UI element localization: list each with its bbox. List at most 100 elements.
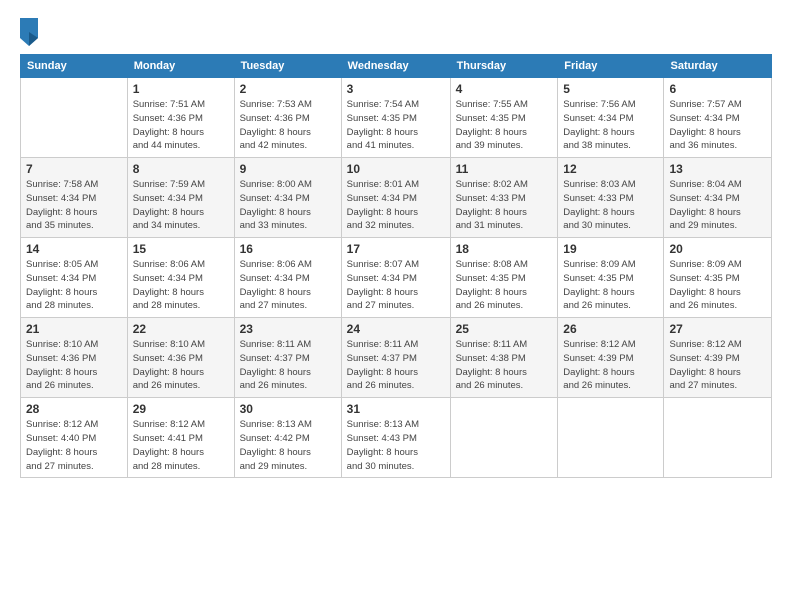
calendar-cell bbox=[558, 398, 664, 478]
calendar-cell: 15 Sunrise: 8:06 AM Sunset: 4:34 PM Dayli… bbox=[127, 238, 234, 318]
day-number: 20 bbox=[669, 242, 766, 256]
day-info: Sunrise: 7:55 AM Sunset: 4:35 PM Dayligh… bbox=[456, 98, 553, 153]
day-number: 2 bbox=[240, 82, 336, 96]
calendar-cell: 28 Sunrise: 8:12 AM Sunset: 4:40 PM Dayli… bbox=[21, 398, 128, 478]
day-info: Sunrise: 8:12 AM Sunset: 4:39 PM Dayligh… bbox=[563, 338, 658, 393]
day-number: 30 bbox=[240, 402, 336, 416]
day-number: 19 bbox=[563, 242, 658, 256]
calendar-cell: 25 Sunrise: 8:11 AM Sunset: 4:38 PM Dayli… bbox=[450, 318, 558, 398]
day-info: Sunrise: 7:56 AM Sunset: 4:34 PM Dayligh… bbox=[563, 98, 658, 153]
calendar-table: SundayMondayTuesdayWednesdayThursdayFrid… bbox=[20, 54, 772, 478]
page: SundayMondayTuesdayWednesdayThursdayFrid… bbox=[0, 0, 792, 612]
calendar-cell bbox=[450, 398, 558, 478]
calendar-cell: 8 Sunrise: 7:59 AM Sunset: 4:34 PM Daylig… bbox=[127, 158, 234, 238]
calendar-week-row: 28 Sunrise: 8:12 AM Sunset: 4:40 PM Dayli… bbox=[21, 398, 772, 478]
day-info: Sunrise: 8:04 AM Sunset: 4:34 PM Dayligh… bbox=[669, 178, 766, 233]
calendar-cell: 16 Sunrise: 8:06 AM Sunset: 4:34 PM Dayli… bbox=[234, 238, 341, 318]
calendar-cell: 26 Sunrise: 8:12 AM Sunset: 4:39 PM Dayli… bbox=[558, 318, 664, 398]
day-number: 31 bbox=[347, 402, 445, 416]
day-info: Sunrise: 8:01 AM Sunset: 4:34 PM Dayligh… bbox=[347, 178, 445, 233]
day-of-week-header: Friday bbox=[558, 55, 664, 78]
day-number: 25 bbox=[456, 322, 553, 336]
day-number: 12 bbox=[563, 162, 658, 176]
day-number: 4 bbox=[456, 82, 553, 96]
logo bbox=[20, 18, 40, 46]
day-info: Sunrise: 8:09 AM Sunset: 4:35 PM Dayligh… bbox=[669, 258, 766, 313]
calendar-cell: 10 Sunrise: 8:01 AM Sunset: 4:34 PM Dayli… bbox=[341, 158, 450, 238]
day-number: 23 bbox=[240, 322, 336, 336]
calendar-cell: 1 Sunrise: 7:51 AM Sunset: 4:36 PM Daylig… bbox=[127, 78, 234, 158]
day-number: 10 bbox=[347, 162, 445, 176]
calendar-cell: 13 Sunrise: 8:04 AM Sunset: 4:34 PM Dayli… bbox=[664, 158, 772, 238]
calendar-week-row: 1 Sunrise: 7:51 AM Sunset: 4:36 PM Daylig… bbox=[21, 78, 772, 158]
day-info: Sunrise: 7:58 AM Sunset: 4:34 PM Dayligh… bbox=[26, 178, 122, 233]
logo-icon bbox=[20, 18, 38, 46]
day-number: 15 bbox=[133, 242, 229, 256]
day-info: Sunrise: 8:11 AM Sunset: 4:38 PM Dayligh… bbox=[456, 338, 553, 393]
calendar-cell: 20 Sunrise: 8:09 AM Sunset: 4:35 PM Dayli… bbox=[664, 238, 772, 318]
day-number: 26 bbox=[563, 322, 658, 336]
day-number: 8 bbox=[133, 162, 229, 176]
day-info: Sunrise: 8:09 AM Sunset: 4:35 PM Dayligh… bbox=[563, 258, 658, 313]
day-info: Sunrise: 8:06 AM Sunset: 4:34 PM Dayligh… bbox=[133, 258, 229, 313]
day-info: Sunrise: 8:11 AM Sunset: 4:37 PM Dayligh… bbox=[240, 338, 336, 393]
day-info: Sunrise: 8:12 AM Sunset: 4:40 PM Dayligh… bbox=[26, 418, 122, 473]
day-info: Sunrise: 7:53 AM Sunset: 4:36 PM Dayligh… bbox=[240, 98, 336, 153]
calendar-cell: 21Sunrise: 8:10 AM Sunset: 4:36 PM Dayli… bbox=[21, 318, 128, 398]
day-number: 13 bbox=[669, 162, 766, 176]
calendar-cell: 24 Sunrise: 8:11 AM Sunset: 4:37 PM Dayli… bbox=[341, 318, 450, 398]
header-row-days: SundayMondayTuesdayWednesdayThursdayFrid… bbox=[21, 55, 772, 78]
day-info: Sunrise: 8:00 AM Sunset: 4:34 PM Dayligh… bbox=[240, 178, 336, 233]
day-of-week-header: Sunday bbox=[21, 55, 128, 78]
day-info: Sunrise: 7:51 AM Sunset: 4:36 PM Dayligh… bbox=[133, 98, 229, 153]
calendar-week-row: 14 Sunrise: 8:05 AM Sunset: 4:34 PM Dayli… bbox=[21, 238, 772, 318]
day-number: 16 bbox=[240, 242, 336, 256]
day-info: Sunrise: 7:57 AM Sunset: 4:34 PM Dayligh… bbox=[669, 98, 766, 153]
calendar-cell: 12 Sunrise: 8:03 AM Sunset: 4:33 PM Dayli… bbox=[558, 158, 664, 238]
day-number: 24 bbox=[347, 322, 445, 336]
calendar-week-row: 7 Sunrise: 7:58 AM Sunset: 4:34 PM Daylig… bbox=[21, 158, 772, 238]
day-number: 14 bbox=[26, 242, 122, 256]
day-info: Sunrise: 8:03 AM Sunset: 4:33 PM Dayligh… bbox=[563, 178, 658, 233]
day-number: 27 bbox=[669, 322, 766, 336]
day-info: Sunrise: 8:05 AM Sunset: 4:34 PM Dayligh… bbox=[26, 258, 122, 313]
calendar-cell: 11 Sunrise: 8:02 AM Sunset: 4:33 PM Dayli… bbox=[450, 158, 558, 238]
calendar-cell: 27Sunrise: 8:12 AM Sunset: 4:39 PM Dayli… bbox=[664, 318, 772, 398]
calendar-cell: 19 Sunrise: 8:09 AM Sunset: 4:35 PM Dayli… bbox=[558, 238, 664, 318]
day-of-week-header: Monday bbox=[127, 55, 234, 78]
day-number: 18 bbox=[456, 242, 553, 256]
day-number: 7 bbox=[26, 162, 122, 176]
day-info: Sunrise: 8:08 AM Sunset: 4:35 PM Dayligh… bbox=[456, 258, 553, 313]
calendar-cell: 30 Sunrise: 8:13 AM Sunset: 4:42 PM Dayli… bbox=[234, 398, 341, 478]
calendar-cell: 6Sunrise: 7:57 AM Sunset: 4:34 PM Daylig… bbox=[664, 78, 772, 158]
day-number: 9 bbox=[240, 162, 336, 176]
header-row bbox=[20, 18, 772, 46]
calendar-cell: 29Sunrise: 8:12 AM Sunset: 4:41 PM Dayli… bbox=[127, 398, 234, 478]
day-info: Sunrise: 8:13 AM Sunset: 4:43 PM Dayligh… bbox=[347, 418, 445, 473]
calendar-week-row: 21Sunrise: 8:10 AM Sunset: 4:36 PM Dayli… bbox=[21, 318, 772, 398]
day-number: 1 bbox=[133, 82, 229, 96]
day-info: Sunrise: 8:06 AM Sunset: 4:34 PM Dayligh… bbox=[240, 258, 336, 313]
day-info: Sunrise: 8:10 AM Sunset: 4:36 PM Dayligh… bbox=[26, 338, 122, 393]
day-number: 11 bbox=[456, 162, 553, 176]
calendar-cell: 31 Sunrise: 8:13 AM Sunset: 4:43 PM Dayli… bbox=[341, 398, 450, 478]
day-number: 3 bbox=[347, 82, 445, 96]
calendar-cell: 23 Sunrise: 8:11 AM Sunset: 4:37 PM Dayli… bbox=[234, 318, 341, 398]
calendar-cell bbox=[664, 398, 772, 478]
day-of-week-header: Saturday bbox=[664, 55, 772, 78]
calendar-cell: 14 Sunrise: 8:05 AM Sunset: 4:34 PM Dayli… bbox=[21, 238, 128, 318]
day-of-week-header: Tuesday bbox=[234, 55, 341, 78]
day-info: Sunrise: 7:59 AM Sunset: 4:34 PM Dayligh… bbox=[133, 178, 229, 233]
calendar-cell: 17Sunrise: 8:07 AM Sunset: 4:34 PM Dayli… bbox=[341, 238, 450, 318]
calendar-cell: 22Sunrise: 8:10 AM Sunset: 4:36 PM Dayli… bbox=[127, 318, 234, 398]
day-number: 28 bbox=[26, 402, 122, 416]
day-info: Sunrise: 7:54 AM Sunset: 4:35 PM Dayligh… bbox=[347, 98, 445, 153]
day-info: Sunrise: 8:02 AM Sunset: 4:33 PM Dayligh… bbox=[456, 178, 553, 233]
calendar-cell: 3 Sunrise: 7:54 AM Sunset: 4:35 PM Daylig… bbox=[341, 78, 450, 158]
day-of-week-header: Thursday bbox=[450, 55, 558, 78]
calendar-cell: 9 Sunrise: 8:00 AM Sunset: 4:34 PM Daylig… bbox=[234, 158, 341, 238]
day-info: Sunrise: 8:12 AM Sunset: 4:41 PM Dayligh… bbox=[133, 418, 229, 473]
calendar-cell: 5Sunrise: 7:56 AM Sunset: 4:34 PM Daylig… bbox=[558, 78, 664, 158]
day-info: Sunrise: 8:13 AM Sunset: 4:42 PM Dayligh… bbox=[240, 418, 336, 473]
day-info: Sunrise: 8:11 AM Sunset: 4:37 PM Dayligh… bbox=[347, 338, 445, 393]
